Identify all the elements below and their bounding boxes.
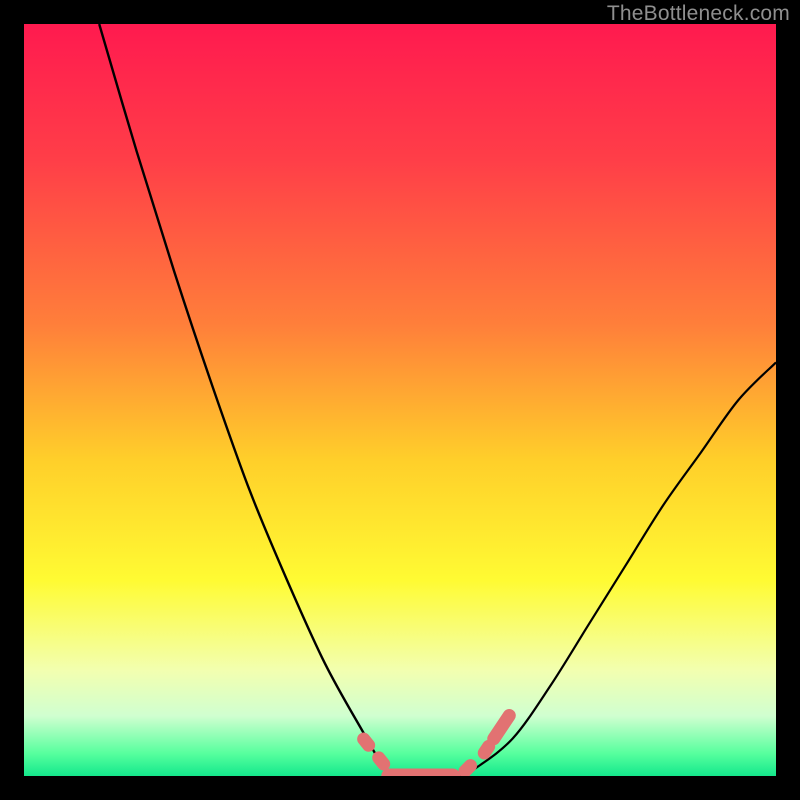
chart-frame: TheBottleneck.com (0, 0, 800, 800)
bottleneck-chart (24, 24, 776, 776)
marker-pill (379, 758, 384, 764)
marker-pill (465, 766, 471, 772)
marker-pill (484, 746, 488, 753)
chart-background (24, 24, 776, 776)
watermark-text: TheBottleneck.com (607, 2, 790, 26)
marker-pill (364, 739, 369, 745)
